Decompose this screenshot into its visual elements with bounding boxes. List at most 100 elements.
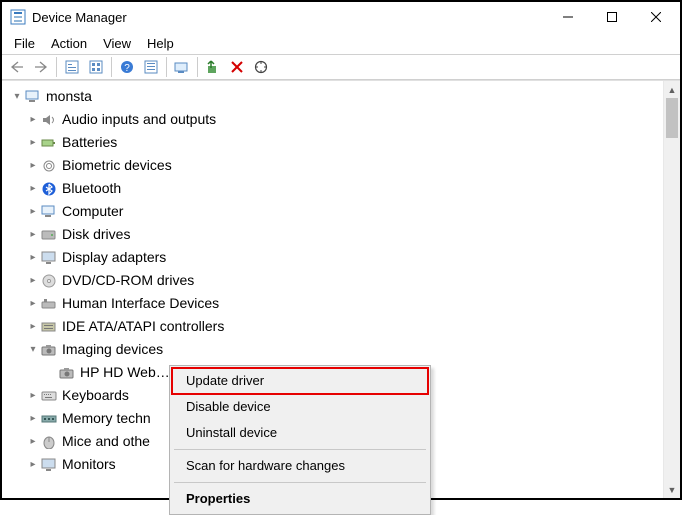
expand-icon[interactable]: ▸	[26, 269, 40, 292]
imaging-icon	[40, 342, 58, 358]
tree-label: Keyboards	[62, 384, 129, 407]
display-icon	[40, 250, 58, 266]
bluetooth-icon	[40, 181, 58, 197]
scroll-track[interactable]	[664, 98, 680, 481]
uninstall-device-button[interactable]	[226, 56, 248, 78]
show-hidden-button[interactable]	[61, 56, 83, 78]
expand-icon[interactable]: ▸	[26, 430, 40, 453]
scan-hardware-button[interactable]	[250, 56, 272, 78]
hid-icon	[40, 296, 58, 312]
app-icon	[10, 9, 26, 25]
tree-label: Mice and othe	[62, 430, 150, 453]
keyboard-icon	[40, 388, 58, 404]
expand-icon[interactable]: ▸	[26, 292, 40, 315]
tree-item-dvd[interactable]: ▸ DVD/CD-ROM drives	[4, 269, 661, 292]
tree-label: Audio inputs and outputs	[62, 108, 216, 131]
help-button[interactable]: ?	[116, 56, 138, 78]
menu-properties[interactable]: Properties	[172, 486, 428, 512]
menu-action[interactable]: Action	[43, 34, 95, 53]
scroll-thumb[interactable]	[666, 98, 678, 138]
context-menu: Update driver Disable device Uninstall d…	[169, 365, 431, 515]
collapse-icon[interactable]: ▾	[26, 338, 40, 361]
ide-icon	[40, 319, 58, 335]
camera-icon	[58, 365, 76, 381]
toolbar-separator	[166, 57, 167, 77]
tree-label: Computer	[62, 200, 123, 223]
menu-help[interactable]: Help	[139, 34, 182, 53]
menu-disable-device[interactable]: Disable device	[172, 394, 428, 420]
tree-item-display[interactable]: ▸ Display adapters	[4, 246, 661, 269]
svg-text:?: ?	[124, 63, 130, 74]
tree-label: DVD/CD-ROM drives	[62, 269, 194, 292]
menubar: File Action View Help	[2, 32, 680, 54]
audio-icon	[40, 112, 58, 128]
scroll-down-icon[interactable]: ▼	[664, 481, 680, 498]
tree-label: Memory techn	[62, 407, 151, 430]
expand-icon[interactable]: ▸	[26, 384, 40, 407]
expand-icon[interactable]: ▸	[26, 315, 40, 338]
disk-icon	[40, 227, 58, 243]
menu-update-driver[interactable]: Update driver	[172, 368, 428, 394]
toolbar-separator	[56, 57, 57, 77]
monitor-icon	[40, 457, 58, 473]
minimize-button[interactable]	[546, 3, 590, 31]
menu-file[interactable]: File	[6, 34, 43, 53]
toolbar: ?	[2, 54, 680, 80]
tree-label: Disk drives	[62, 223, 130, 246]
expand-icon[interactable]: ▸	[26, 154, 40, 177]
tree-item-computer[interactable]: ▸ Computer	[4, 200, 661, 223]
titlebar: Device Manager	[2, 2, 680, 32]
tree-label: HP HD Web…	[80, 361, 170, 384]
tree-item-batteries[interactable]: ▸ Batteries	[4, 131, 661, 154]
back-button[interactable]	[6, 56, 28, 78]
tree-label: Biometric devices	[62, 154, 172, 177]
expand-icon[interactable]: ▸	[26, 131, 40, 154]
toolbar-separator	[197, 57, 198, 77]
memory-icon	[40, 411, 58, 427]
menu-view[interactable]: View	[95, 34, 139, 53]
computer-root-icon	[24, 89, 42, 105]
menu-uninstall-device[interactable]: Uninstall device	[172, 420, 428, 446]
tree-item-disk[interactable]: ▸ Disk drives	[4, 223, 661, 246]
tree-label: IDE ATA/ATAPI controllers	[62, 315, 224, 338]
menu-separator	[174, 449, 426, 450]
maximize-button[interactable]	[590, 3, 634, 31]
biometric-icon	[40, 158, 58, 174]
tree-label: Human Interface Devices	[62, 292, 219, 315]
menu-scan-hardware[interactable]: Scan for hardware changes	[172, 453, 428, 479]
scrollbar[interactable]: ▲ ▼	[663, 81, 680, 498]
collapse-icon[interactable]: ▾	[10, 85, 24, 108]
tree-item-hid[interactable]: ▸ Human Interface Devices	[4, 292, 661, 315]
battery-icon	[40, 135, 58, 151]
expand-icon[interactable]: ▸	[26, 453, 40, 476]
mouse-icon	[40, 434, 58, 450]
tree-item-bluetooth[interactable]: ▸Bluetooth	[4, 177, 661, 200]
tree-label: Batteries	[62, 131, 117, 154]
dvd-icon	[40, 273, 58, 289]
expand-icon[interactable]: ▸	[26, 177, 40, 200]
enable-device-button[interactable]	[202, 56, 224, 78]
update-driver-button[interactable]	[171, 56, 193, 78]
tree-item-imaging[interactable]: ▾ Imaging devices	[4, 338, 661, 361]
expand-icon[interactable]: ▸	[26, 223, 40, 246]
expand-icon[interactable]: ▸	[26, 108, 40, 131]
view-button[interactable]	[85, 56, 107, 78]
forward-button[interactable]	[30, 56, 52, 78]
expand-icon[interactable]: ▸	[26, 200, 40, 223]
toolbar-separator	[111, 57, 112, 77]
tree-root[interactable]: ▾ monsta	[4, 85, 661, 108]
tree-item-audio[interactable]: ▸ Audio inputs and outputs	[4, 108, 661, 131]
expand-icon[interactable]: ▸	[26, 407, 40, 430]
properties-button[interactable]	[140, 56, 162, 78]
tree-item-biometric[interactable]: ▸ Biometric devices	[4, 154, 661, 177]
tree-item-ide[interactable]: ▸ IDE ATA/ATAPI controllers	[4, 315, 661, 338]
computer-icon	[40, 204, 58, 220]
window-title: Device Manager	[32, 10, 546, 25]
expand-icon[interactable]: ▸	[26, 246, 40, 269]
tree-root-label: monsta	[46, 85, 92, 108]
close-button[interactable]	[634, 3, 678, 31]
scroll-up-icon[interactable]: ▲	[664, 81, 680, 98]
tree-label: Display adapters	[62, 246, 166, 269]
tree-label: Imaging devices	[62, 338, 163, 361]
tree-label: Monitors	[62, 453, 116, 476]
